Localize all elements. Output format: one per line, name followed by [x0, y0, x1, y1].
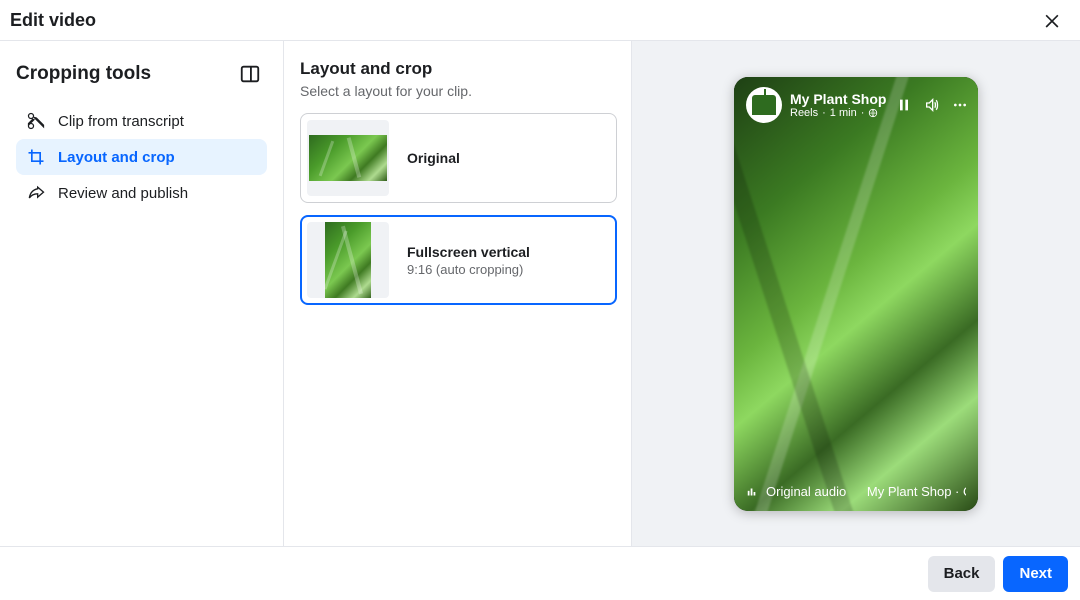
more-button[interactable]: [952, 97, 968, 113]
back-button[interactable]: Back: [928, 556, 996, 592]
sidebar-item-label: Review and publish: [58, 185, 188, 202]
preview-meta: Reels·1 min·: [790, 107, 896, 119]
preview-page-name: My Plant Shop: [790, 91, 896, 107]
page-title: Edit video: [10, 10, 96, 31]
layout-option-original[interactable]: Original: [300, 113, 617, 203]
collapse-panel-button[interactable]: [233, 57, 267, 91]
scissors-icon: [26, 111, 46, 131]
avatar: [746, 87, 782, 123]
video-preview: My Plant Shop Reels·1 min· Original audi…: [734, 77, 978, 511]
close-icon: [1042, 10, 1062, 30]
layout-option-fullscreen-vertical[interactable]: Fullscreen vertical 9:16 (auto cropping): [300, 215, 617, 305]
header: Edit video: [0, 0, 1080, 41]
close-button[interactable]: [1038, 6, 1066, 34]
panel-collapse-icon: [239, 63, 261, 85]
main-title: Layout and crop: [300, 59, 617, 79]
sidebar: Cropping tools Clip from transcript Layo…: [0, 41, 284, 546]
audio-bars-icon: [746, 485, 760, 499]
layout-option-title: Fullscreen vertical: [407, 244, 530, 260]
preview-pane: My Plant Shop Reels·1 min· Original audi…: [632, 41, 1080, 546]
layout-thumbnail: [307, 120, 389, 196]
globe-icon: [868, 108, 878, 118]
share-icon: [26, 183, 46, 203]
layout-option-subtitle: 9:16 (auto cropping): [407, 262, 530, 277]
crop-icon: [26, 147, 46, 167]
layout-thumbnail: [307, 222, 389, 298]
volume-button[interactable]: [924, 97, 940, 113]
sidebar-item-review-publish[interactable]: Review and publish: [16, 175, 267, 211]
video-frame: [734, 77, 978, 511]
sidebar-item-layout-crop[interactable]: Layout and crop: [16, 139, 267, 175]
volume-icon: [924, 97, 940, 113]
sidebar-title: Cropping tools: [16, 63, 151, 85]
main-subtitle: Select a layout for your clip.: [300, 83, 617, 99]
sidebar-item-clip-transcript[interactable]: Clip from transcript: [16, 103, 267, 139]
sidebar-item-label: Layout and crop: [58, 149, 175, 166]
more-icon: [952, 97, 968, 113]
audio-attribution: Original audio ·· My Plant Shop · O: [746, 484, 966, 499]
pause-button[interactable]: [896, 97, 912, 113]
next-button[interactable]: Next: [1003, 556, 1068, 592]
pause-icon: [896, 97, 912, 113]
layout-option-title: Original: [407, 150, 460, 166]
main-panel: Layout and crop Select a layout for your…: [284, 41, 632, 546]
sidebar-item-label: Clip from transcript: [58, 113, 184, 130]
footer: Back Next: [0, 546, 1080, 600]
